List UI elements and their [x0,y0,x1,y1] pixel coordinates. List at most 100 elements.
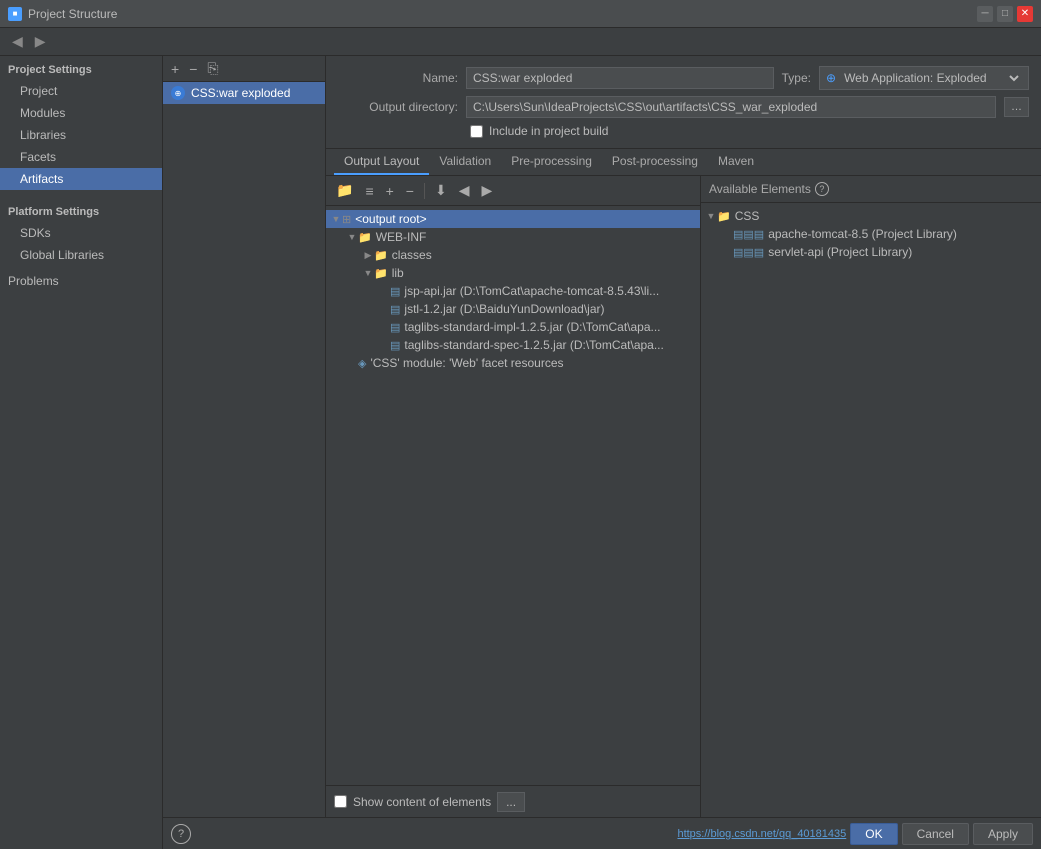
include-in-build-label: Include in project build [489,124,608,138]
folder-icon-classes: 📁 [374,249,388,262]
type-select[interactable]: Web Application: Exploded [840,70,1022,86]
platform-settings-header: Platform Settings [0,198,162,222]
tree-item-classes[interactable]: ▶ 📁 classes [326,246,700,264]
toolbar-arrow-left[interactable]: ◀ [455,180,474,201]
tab-pre-processing[interactable]: Pre-processing [501,149,602,175]
available-help-icon[interactable]: ? [815,182,829,196]
available-css-folder[interactable]: ▼ 📁 CSS [701,207,1041,225]
artifact-toolbar: 📁 ≡ + − ⬇ ◀ ▶ [326,176,700,206]
copy-artifact-button[interactable]: ⎘ [203,59,222,78]
browse-button[interactable]: … [1004,97,1029,117]
toolbar-add-btn[interactable]: + [382,181,398,201]
folder-icon-web-inf: 📁 [358,231,372,244]
tree-item-web-inf[interactable]: ▼ 📁 WEB-INF [326,228,700,246]
sidebar: Project Settings Project Modules Librari… [0,56,163,849]
module-icon-css: ◈ [358,357,366,370]
name-label: Name: [338,71,458,85]
type-label: Type: [782,71,811,85]
tree-item-css-module[interactable]: ▶ ◈ 'CSS' module: 'Web' facet resources [326,354,700,372]
footer-left: ? [171,824,191,844]
sidebar-item-problems[interactable]: Problems [0,266,162,292]
name-input[interactable] [466,67,774,89]
jar-icon-taglibs-spec: ▤ [390,339,400,352]
type-select-container[interactable]: ⊕ Web Application: Exploded [819,66,1029,90]
maximize-button[interactable]: □ [997,6,1013,22]
output-dir-row: Output directory: … [338,96,1029,118]
tree-item-jsp-api[interactable]: ▶ ▤ jsp-api.jar (D:\TomCat\apache-tomcat… [326,282,700,300]
remove-artifact-button[interactable]: − [185,60,201,78]
output-dir-input[interactable] [466,96,996,118]
config-area: Name: Type: ⊕ Web Application: Exploded [326,56,1041,149]
toolbar-dir-icon[interactable]: 📁 [332,180,357,201]
tree-arrow-classes: ▶ [362,250,374,261]
tab-output-layout[interactable]: Output Layout [334,149,429,175]
artifact-list-content: ⊕ CSS:war exploded [163,82,325,817]
minimize-button[interactable]: ─ [977,6,993,22]
output-dir-label: Output directory: [338,100,458,114]
close-button[interactable]: ✕ [1017,6,1033,22]
forward-button[interactable]: ▶ [31,31,50,52]
toolbar-arrow-right[interactable]: ▶ [478,180,497,201]
tabs-bar: Output Layout Validation Pre-processing … [326,149,1041,176]
toolbar-list-icon[interactable]: ≡ [361,181,377,201]
available-header: Available Elements ? [701,176,1041,203]
ok-button[interactable]: OK [850,823,897,845]
folder-icon-lib: 📁 [374,267,388,280]
sidebar-item-modules[interactable]: Modules [0,102,162,124]
available-arrow-css: ▼ [705,211,717,221]
nav-bar: ◀ ▶ [0,28,1041,56]
artifact-list-item-css-war[interactable]: ⊕ CSS:war exploded [163,82,325,104]
available-servlet-api[interactable]: ▶ ▤▤▤ servlet-api (Project Library) [701,243,1041,261]
sidebar-item-sdks[interactable]: SDKs [0,222,162,244]
app-icon: ■ [8,7,22,21]
tree-arrow-web-inf: ▼ [346,232,358,242]
tree-item-taglibs-impl[interactable]: ▶ ▤ taglibs-standard-impl-1.2.5.jar (D:\… [326,318,700,336]
tab-maven[interactable]: Maven [708,149,764,175]
tree-item-taglibs-spec[interactable]: ▶ ▤ taglibs-standard-spec-1.2.5.jar (D:\… [326,336,700,354]
include-in-build-checkbox[interactable] [470,125,483,138]
artifact-globe-icon: ⊕ [171,86,185,100]
sidebar-item-global-libraries[interactable]: Global Libraries [0,244,162,266]
show-content-label: Show content of elements [353,795,491,809]
sidebar-item-facets[interactable]: Facets [0,146,162,168]
title-bar-title: Project Structure [28,7,117,21]
footer-help-icon[interactable]: ? [171,824,191,844]
tree-item-lib[interactable]: ▼ 📁 lib [326,264,700,282]
toolbar-remove-btn[interactable]: − [402,181,418,201]
sidebar-item-artifacts[interactable]: Artifacts [0,168,162,190]
project-settings-header: Project Settings [0,56,162,80]
title-bar-controls: ─ □ ✕ [977,6,1033,22]
toolbar-separator [424,183,425,199]
tree-content: ▼ ⊞ <output root> ▼ 📁 WEB-INF [326,206,700,785]
available-folder-icon-css: 📁 [717,210,731,223]
available-lib-icon-tomcat: ▤▤▤ [733,228,764,241]
jar-icon-taglibs-impl: ▤ [390,321,400,334]
name-row: Name: Type: ⊕ Web Application: Exploded [338,66,1029,90]
cancel-button[interactable]: Cancel [902,823,969,845]
tab-post-processing[interactable]: Post-processing [602,149,708,175]
sidebar-item-libraries[interactable]: Libraries [0,124,162,146]
tree-item-jstl[interactable]: ▶ ▤ jstl-1.2.jar (D:\BaiduYunDownload\ja… [326,300,700,318]
tree-arrow-output-root: ▼ [330,214,342,224]
bottom-bar: Show content of elements ... [326,785,700,817]
apply-button[interactable]: Apply [973,823,1033,845]
tree-item-output-root[interactable]: ▼ ⊞ <output root> [326,210,700,228]
artifact-list-panel: + − ⎘ ⊕ CSS:war exploded [163,56,326,817]
right-main: + − ⎘ ⊕ CSS:war exploded [163,56,1041,849]
show-content-checkbox[interactable] [334,795,347,808]
more-button[interactable]: ... [497,792,525,812]
jar-icon-jsp: ▤ [390,285,400,298]
footer-right: https://blog.csdn.net/qq_40181435 OK Can… [677,823,1033,845]
back-button[interactable]: ◀ [8,31,27,52]
title-bar: ■ Project Structure ─ □ ✕ [0,0,1041,28]
content-area: Project Settings Project Modules Librari… [0,56,1041,849]
main-container: ◀ ▶ Project Settings Project Modules Lib… [0,28,1041,849]
add-artifact-button[interactable]: + [167,60,183,78]
toolbar-move-down[interactable]: ⬇ [431,180,451,201]
tab-validation[interactable]: Validation [429,149,501,175]
available-apache-tomcat[interactable]: ▶ ▤▤▤ apache-tomcat-8.5 (Project Library… [701,225,1041,243]
sidebar-item-project[interactable]: Project [0,80,162,102]
include-in-build-row: Include in project build [338,124,1029,138]
footer-url[interactable]: https://blog.csdn.net/qq_40181435 [677,828,846,840]
tree-arrow-lib: ▼ [362,268,374,278]
